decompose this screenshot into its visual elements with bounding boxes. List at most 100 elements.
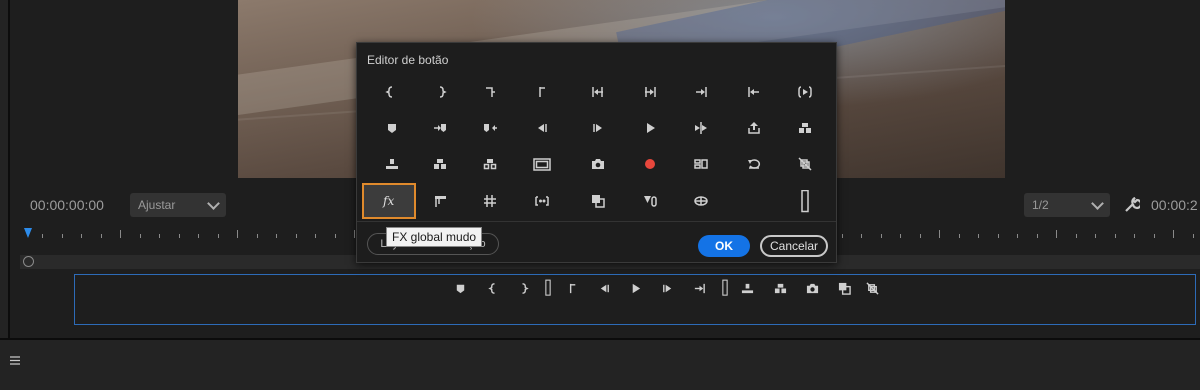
bar-insert-button[interactable] [735, 279, 759, 297]
multi-camera-button[interactable] [681, 151, 721, 177]
insert-button[interactable] [372, 151, 412, 177]
overwrite-icon [433, 157, 447, 171]
fit-dropdown-label: Ajustar [138, 198, 176, 212]
bar-go-to-out-button[interactable] [687, 279, 711, 297]
go-to-in-button[interactable] [522, 79, 562, 105]
bar-spacer-button[interactable] [536, 279, 560, 297]
step-back-button[interactable] [734, 79, 774, 105]
step-back-frame-button[interactable] [522, 115, 562, 141]
bar-toggle-proxies-button[interactable] [860, 279, 884, 297]
bar-step-back-frame-button[interactable] [592, 279, 616, 297]
grid-button[interactable] [470, 188, 510, 214]
go-to-prev-edit-icon [591, 85, 605, 99]
fx-global-mute-icon: fx [382, 194, 396, 208]
go-to-prev-marker-button[interactable] [470, 115, 510, 141]
step-back-icon [747, 85, 761, 99]
lift-button[interactable] [785, 115, 825, 141]
toggle-link-button[interactable] [630, 188, 670, 214]
camera-icon [806, 282, 819, 295]
loop-icon [747, 157, 761, 171]
grid-icon [483, 194, 497, 208]
fx-global-mute-button[interactable]: fx [362, 183, 416, 219]
extract-button[interactable] [470, 151, 510, 177]
trim-button[interactable] [420, 188, 460, 214]
overwrite-button[interactable] [420, 151, 460, 177]
cancel-button[interactable]: Cancelar [760, 235, 828, 257]
camera-icon [591, 157, 605, 171]
play-in-to-out-icon [798, 85, 812, 99]
play-icon [629, 282, 642, 295]
ruler-tick [1173, 230, 1174, 238]
mark-in-button[interactable] [372, 79, 412, 105]
overwrite-icon [774, 282, 787, 295]
bar-mark-out-button[interactable] [510, 279, 534, 297]
vr-video-button[interactable] [522, 188, 562, 214]
go-to-prev-marker-icon [483, 121, 497, 135]
ok-button[interactable]: OK [698, 235, 750, 257]
zoom-handle[interactable] [23, 256, 34, 267]
toggle-link-icon [643, 194, 657, 208]
step-forward-frame-button[interactable] [578, 115, 618, 141]
duration-timecode: 00:00:2 [1151, 197, 1198, 213]
chevron-down-icon [207, 196, 220, 210]
step-forward-frame-icon [591, 121, 605, 135]
ruler-tick [1134, 234, 1135, 238]
ruler-tick [861, 234, 862, 238]
ruler-tick [139, 234, 141, 238]
bar-compare-view-button[interactable] [832, 279, 856, 297]
safe-margins-button[interactable] [522, 151, 562, 177]
camera-button[interactable] [578, 151, 618, 177]
bar-spacer-button[interactable] [713, 279, 737, 297]
spacer-button[interactable] [785, 188, 825, 214]
mark-clip-button[interactable] [470, 79, 510, 105]
ruler-tick [159, 234, 160, 238]
bar-mark-in-button[interactable] [482, 279, 506, 297]
go-to-next-edit-button[interactable] [630, 79, 670, 105]
loop-button[interactable] [734, 151, 774, 177]
ruler-tick [880, 234, 882, 238]
resolution-dropdown-label: 1/2 [1032, 198, 1049, 212]
record-button[interactable] [630, 151, 670, 177]
current-timecode[interactable]: 00:00:00:00 [30, 197, 104, 213]
resolution-dropdown[interactable]: 1/2 [1024, 193, 1110, 217]
fx-tooltip: FX global mudo [386, 227, 483, 247]
ruler-tick [939, 230, 940, 238]
ruler-tick [978, 234, 979, 238]
play-button[interactable] [630, 115, 670, 141]
ruler-tick [100, 234, 102, 238]
ruler-tick [81, 234, 82, 238]
compare-view-button[interactable] [578, 188, 618, 214]
toggle-proxies-button[interactable] [785, 151, 825, 177]
comparison-button[interactable] [681, 188, 721, 214]
go-to-out-button[interactable] [681, 79, 721, 105]
hamburger-menu-icon[interactable] [10, 356, 20, 365]
bar-go-to-in-button[interactable] [560, 279, 584, 297]
go-to-out-icon [694, 85, 708, 99]
transport-button-bar [74, 274, 1196, 325]
bar-add-marker-button[interactable] [448, 279, 472, 297]
bar-step-forward-frame-button[interactable] [655, 279, 679, 297]
bar-overwrite-button[interactable] [768, 279, 792, 297]
playhead[interactable] [24, 228, 32, 238]
go-to-next-marker-button[interactable] [420, 115, 460, 141]
extract-icon [483, 157, 497, 171]
compare-view-icon [838, 282, 851, 295]
mark-clip-icon [483, 85, 497, 99]
add-marker-button[interactable] [372, 115, 412, 141]
export-frame-button[interactable] [734, 115, 774, 141]
play-in-to-out-button[interactable] [785, 79, 825, 105]
comparison-icon [694, 194, 708, 208]
play-around-button[interactable] [681, 115, 721, 141]
go-to-in-icon [535, 85, 549, 99]
safe-margins-icon [533, 157, 551, 172]
fit-dropdown[interactable]: Ajustar [130, 193, 226, 217]
bar-play-button[interactable] [623, 279, 647, 297]
play-icon [643, 121, 657, 135]
wrench-icon[interactable] [1124, 197, 1140, 213]
go-to-prev-edit-button[interactable] [578, 79, 618, 105]
mark-out-button[interactable] [420, 79, 460, 105]
compare-view-icon [591, 194, 605, 208]
bar-camera-button[interactable] [800, 279, 824, 297]
ruler-tick [1036, 234, 1038, 238]
ruler-tick [120, 230, 121, 238]
